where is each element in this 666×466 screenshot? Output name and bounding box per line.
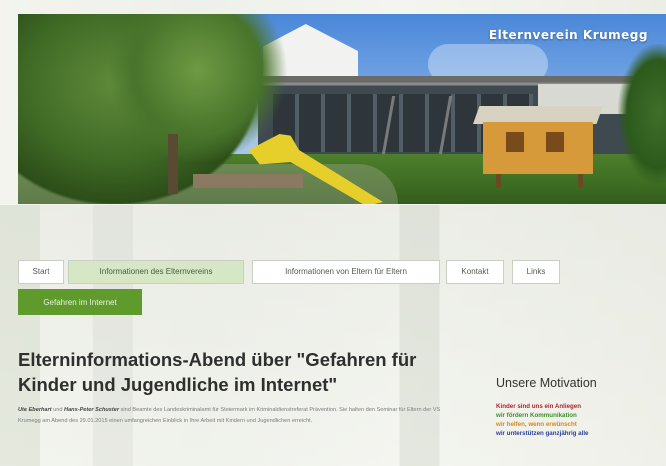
motto-line: Kinder sind uns ein Anliegen bbox=[496, 403, 582, 410]
motto-line: wir fördern Kommunikation bbox=[496, 412, 577, 419]
banner-hut bbox=[483, 122, 593, 174]
nav-item-links[interactable]: Links bbox=[512, 260, 560, 284]
banner-tree-right bbox=[618, 44, 666, 184]
sidebar-motivation: Unsere Motivation Kinder sind uns ein An… bbox=[496, 376, 666, 438]
nav-item-gefahren-im-internet[interactable]: Gefahren im Internet bbox=[18, 289, 142, 315]
article-title: Elterninformations-Abend über "Gefahren … bbox=[18, 349, 417, 395]
banner-hut-leg bbox=[578, 174, 583, 188]
nav-item-eltern-fuer-eltern[interactable]: Informationen von Eltern für Eltern bbox=[252, 260, 440, 284]
banner-hut-window bbox=[546, 132, 564, 152]
site-title[interactable]: Elternverein Krumegg bbox=[489, 28, 648, 42]
article-intro: Ute Eberhart und Hans-Peter Schuster sin… bbox=[18, 405, 458, 426]
sidebar-title: Unsere Motivation bbox=[496, 376, 597, 390]
banner-sandbox bbox=[193, 174, 303, 188]
nav-item-kontakt[interactable]: Kontakt bbox=[446, 260, 504, 284]
header-banner: Elternverein Krumegg bbox=[18, 14, 666, 204]
nav-item-start[interactable]: Start bbox=[18, 260, 64, 284]
motto-line: wir helfen, wenn erwünscht bbox=[496, 421, 577, 428]
banner-hut-leg bbox=[496, 174, 501, 188]
author-name: Hans-Peter Schuster bbox=[64, 407, 120, 413]
banner-tree-left-crown bbox=[108, 14, 288, 164]
author-name: Ute Eberhart bbox=[18, 407, 52, 413]
motto-line: wir unterstützen ganzjährig alle bbox=[496, 430, 589, 437]
author-connector: und bbox=[51, 407, 65, 413]
banner-tree-trunk bbox=[168, 134, 178, 194]
banner-hut-window bbox=[506, 132, 524, 152]
nav-item-elternverein-info[interactable]: Informationen des Elternvereins bbox=[68, 260, 244, 284]
